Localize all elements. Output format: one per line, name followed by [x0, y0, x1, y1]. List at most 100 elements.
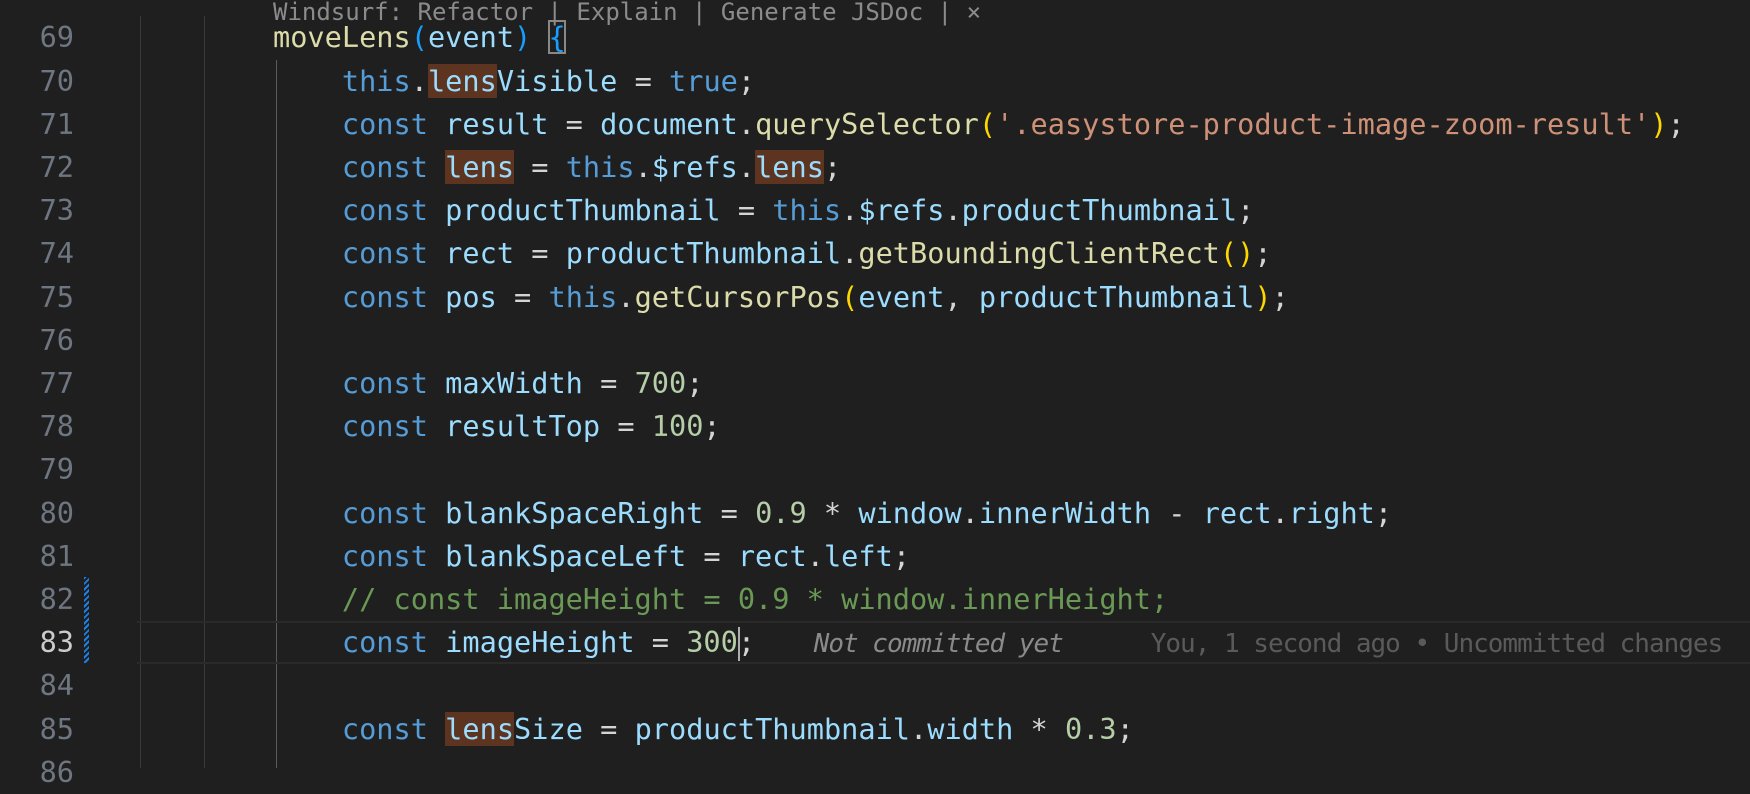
code-line[interactable]: 75 const pos = this.getCursorPos(event, p… — [0, 276, 1750, 319]
code-token: 100 — [651, 409, 704, 444]
code-token: const — [341, 409, 446, 444]
line-number[interactable]: 73 — [40, 189, 74, 232]
code-token: productThumbnail — [445, 193, 721, 228]
code-token: getBoundingClientRect — [858, 236, 1220, 271]
code-token: 0.9 — [755, 495, 807, 530]
code-token: = — [703, 495, 756, 530]
code-token: innerWidth — [978, 495, 1152, 530]
code-token: rect — [445, 236, 515, 271]
line-number[interactable]: 80 — [40, 492, 74, 535]
code-content[interactable]: const maxWidth = 700; — [342, 362, 704, 405]
code-token: productThumbnail — [565, 236, 842, 271]
code-content[interactable]: const blankSpaceRight = 0.9 * window.inn… — [342, 492, 1392, 535]
code-line[interactable]: 73 const productThumbnail = this.$refs.pr… — [0, 189, 1750, 232]
code-line[interactable]: 82 // const imageHeight = 0.9 * window.in… — [0, 578, 1750, 621]
code-token: 0.3 — [1064, 711, 1117, 746]
code-content[interactable]: // const imageHeight = 0.9 * window.inne… — [342, 578, 1168, 621]
code-token: blankSpaceRight — [445, 495, 704, 530]
code-token: const — [341, 495, 446, 530]
code-content[interactable]: const productThumbnail = this.$refs.prod… — [342, 189, 1254, 232]
line-number[interactable]: 86 — [40, 751, 74, 794]
line-number[interactable]: 71 — [40, 103, 74, 146]
code-line[interactable]: 70 this.lensVisible = true; — [0, 60, 1750, 103]
code-token: Visible — [496, 63, 618, 98]
code-content[interactable]: const pos = this.getCursorPos(event, pro… — [342, 276, 1289, 319]
code-line[interactable]: 77 const maxWidth = 700; — [0, 362, 1750, 405]
code-content[interactable]: const lensSize = productThumbnail.width … — [342, 708, 1134, 751]
code-token: this — [341, 63, 411, 98]
code-content[interactable]: const blankSpaceLeft = rect.left; — [342, 535, 910, 578]
code-token: const — [341, 236, 446, 271]
code-content[interactable]: const imageHeight = 300; Not committed y… — [342, 621, 1723, 666]
code-line[interactable]: 74 const rect = productThumbnail.getBound… — [0, 232, 1750, 275]
line-number[interactable]: 70 — [40, 60, 74, 103]
code-token: . — [944, 193, 962, 228]
code-content[interactable]: const resultTop = 100; — [342, 405, 721, 448]
codelens-actions[interactable]: Windsurf: Refactor | Explain | Generate … — [273, 0, 981, 24]
code-line[interactable]: 81 const blankSpaceLeft = rect.left; — [0, 535, 1750, 578]
code-token: - — [1151, 495, 1203, 530]
code-token: ; — [737, 63, 756, 98]
code-token: productThumbnail — [978, 279, 1255, 314]
line-number[interactable]: 74 — [40, 232, 74, 275]
code-line[interactable]: 80 const blankSpaceRight = 0.9 * window.i… — [0, 492, 1750, 535]
line-number[interactable]: 84 — [40, 664, 74, 707]
line-number[interactable]: 75 — [40, 276, 74, 319]
code-token: const — [341, 106, 446, 141]
code-token: ; — [737, 625, 756, 660]
code-token: ; — [1237, 193, 1255, 228]
code-token: . — [841, 193, 859, 228]
code-token: lens — [427, 63, 497, 98]
code-line[interactable]: 76 — [0, 319, 1750, 362]
code-line[interactable]: 86 — [0, 751, 1750, 794]
code-line[interactable]: 85 const lensSize = productThumbnail.widt… — [0, 708, 1750, 751]
line-number[interactable]: 76 — [40, 319, 74, 362]
line-number[interactable]: 85 — [40, 708, 74, 751]
line-number[interactable]: 78 — [40, 405, 74, 448]
code-content[interactable]: const result = document.querySelector('.… — [342, 103, 1685, 146]
code-token: () — [1219, 236, 1255, 271]
code-content[interactable]: this.lensVisible = true; — [342, 60, 755, 103]
line-number[interactable]: 81 — [40, 535, 74, 578]
code-token: ( — [841, 279, 859, 314]
code-token: const — [341, 711, 446, 746]
line-number[interactable]: 82 — [40, 578, 74, 621]
code-token: this — [772, 193, 842, 228]
code-token: ; — [686, 366, 704, 400]
code-token: resultTop — [445, 409, 601, 444]
code-token: ; — [1254, 236, 1272, 271]
code-token: ( — [978, 106, 997, 141]
code-token: pos — [445, 279, 497, 314]
code-token: this — [548, 279, 618, 314]
code-token: productThumbnail — [634, 711, 911, 746]
git-blame-annotation: Not committed yet — [755, 629, 1064, 660]
code-content[interactable]: const rect = productThumbnail.getBoundin… — [342, 232, 1272, 275]
code-token: const — [341, 279, 446, 314]
code-token: getCursorPos — [634, 279, 842, 314]
code-content[interactable]: const lens = this.$refs.lens; — [342, 146, 841, 189]
code-token: ; — [1374, 495, 1393, 530]
code-token: , — [944, 279, 979, 314]
line-number[interactable]: 83 — [40, 621, 74, 664]
code-token: width — [927, 711, 1014, 746]
code-token: const — [341, 538, 446, 573]
code-token: rect — [1202, 495, 1272, 530]
line-number[interactable]: 77 — [40, 362, 74, 405]
code-token: querySelector — [755, 106, 979, 141]
code-line[interactable]: 79 — [0, 448, 1750, 491]
code-line[interactable]: 83 const imageHeight = 300; Not committed… — [0, 621, 1750, 666]
code-line[interactable]: 71 const result = document.querySelector(… — [0, 103, 1750, 146]
code-token: $refs — [651, 150, 738, 184]
code-token: left — [823, 538, 893, 573]
code-line[interactable]: 78 const resultTop = 100; — [0, 405, 1750, 448]
code-token: . — [737, 150, 756, 184]
line-number[interactable]: 79 — [40, 448, 74, 491]
code-token: . — [841, 236, 859, 271]
line-number[interactable]: 69 — [40, 16, 74, 59]
code-token: = — [634, 625, 687, 660]
line-number[interactable]: 72 — [40, 146, 74, 189]
code-line[interactable]: 72 const lens = this.$refs.lens; — [0, 146, 1750, 189]
code-token: = — [582, 711, 635, 746]
code-line[interactable]: 84 — [0, 664, 1750, 707]
code-token: ; — [823, 150, 842, 184]
